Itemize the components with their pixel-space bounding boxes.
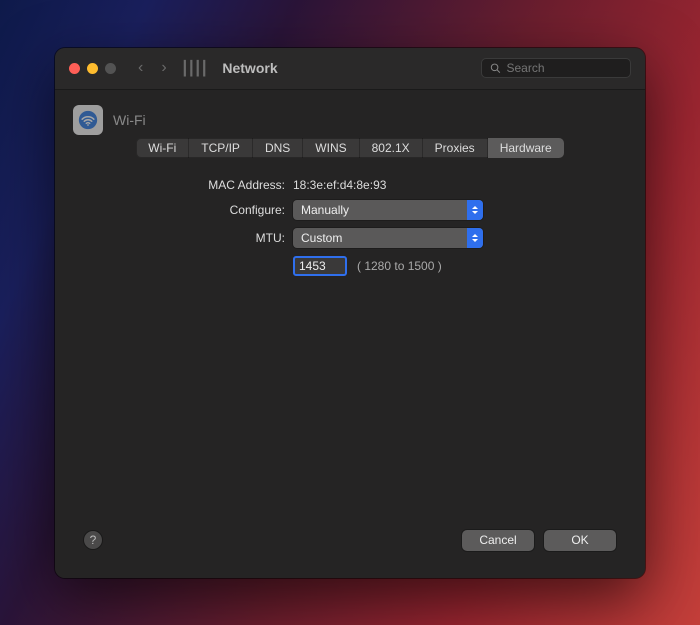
- hardware-form: MAC Address: 18:3e:ef:d4:8e:93 Configure…: [68, 158, 632, 284]
- search-field[interactable]: [481, 58, 631, 78]
- mtu-range-hint: ( 1280 to 1500 ): [357, 259, 442, 273]
- tab-wifi[interactable]: Wi-Fi: [136, 138, 189, 158]
- nav-arrows: ‹ ›: [138, 59, 167, 77]
- cancel-button[interactable]: Cancel: [462, 530, 534, 551]
- tab-tcpip[interactable]: TCP/IP: [189, 138, 253, 158]
- network-preferences-window: ‹ › ┃┃┃┃ Network Wi-Fi Wi-Fi TCP/IP D: [55, 48, 645, 578]
- tab-hardware[interactable]: Hardware: [488, 138, 564, 158]
- back-button[interactable]: ‹: [138, 59, 143, 77]
- window-controls: [69, 63, 116, 74]
- settings-sheet: Wi-Fi TCP/IP DNS WINS 802.1X Proxies Har…: [68, 100, 632, 565]
- tab-wins[interactable]: WINS: [303, 138, 359, 158]
- mtu-select[interactable]: Custom: [293, 228, 483, 248]
- ok-button[interactable]: OK: [544, 530, 616, 551]
- sheet-footer: ? Cancel OK: [68, 520, 632, 565]
- mtu-label: MTU:: [68, 231, 293, 245]
- chevron-updown-icon: [467, 200, 483, 220]
- mtu-select-value: Custom: [301, 231, 342, 245]
- mtu-value-input[interactable]: [293, 256, 347, 276]
- zoom-window-button: [105, 63, 116, 74]
- mac-address-value: 18:3e:ef:d4:8e:93: [293, 178, 386, 192]
- close-window-button[interactable]: [69, 63, 80, 74]
- tab-proxies[interactable]: Proxies: [423, 138, 488, 158]
- tab-bar: Wi-Fi TCP/IP DNS WINS 802.1X Proxies Har…: [136, 138, 563, 158]
- titlebar: ‹ › ┃┃┃┃ Network: [55, 48, 645, 90]
- tab-8021x[interactable]: 802.1X: [360, 138, 423, 158]
- window-title: Network: [222, 60, 277, 76]
- forward-button: ›: [161, 59, 166, 77]
- search-icon: [490, 62, 501, 74]
- show-all-icon[interactable]: ┃┃┃┃: [181, 60, 207, 77]
- mac-address-label: MAC Address:: [68, 178, 293, 192]
- tab-dns[interactable]: DNS: [253, 138, 303, 158]
- help-button[interactable]: ?: [84, 531, 102, 549]
- search-input[interactable]: [507, 61, 623, 75]
- configure-label: Configure:: [68, 203, 293, 217]
- configure-select-value: Manually: [301, 203, 349, 217]
- chevron-updown-icon: [467, 228, 483, 248]
- minimize-window-button[interactable]: [87, 63, 98, 74]
- configure-select[interactable]: Manually: [293, 200, 483, 220]
